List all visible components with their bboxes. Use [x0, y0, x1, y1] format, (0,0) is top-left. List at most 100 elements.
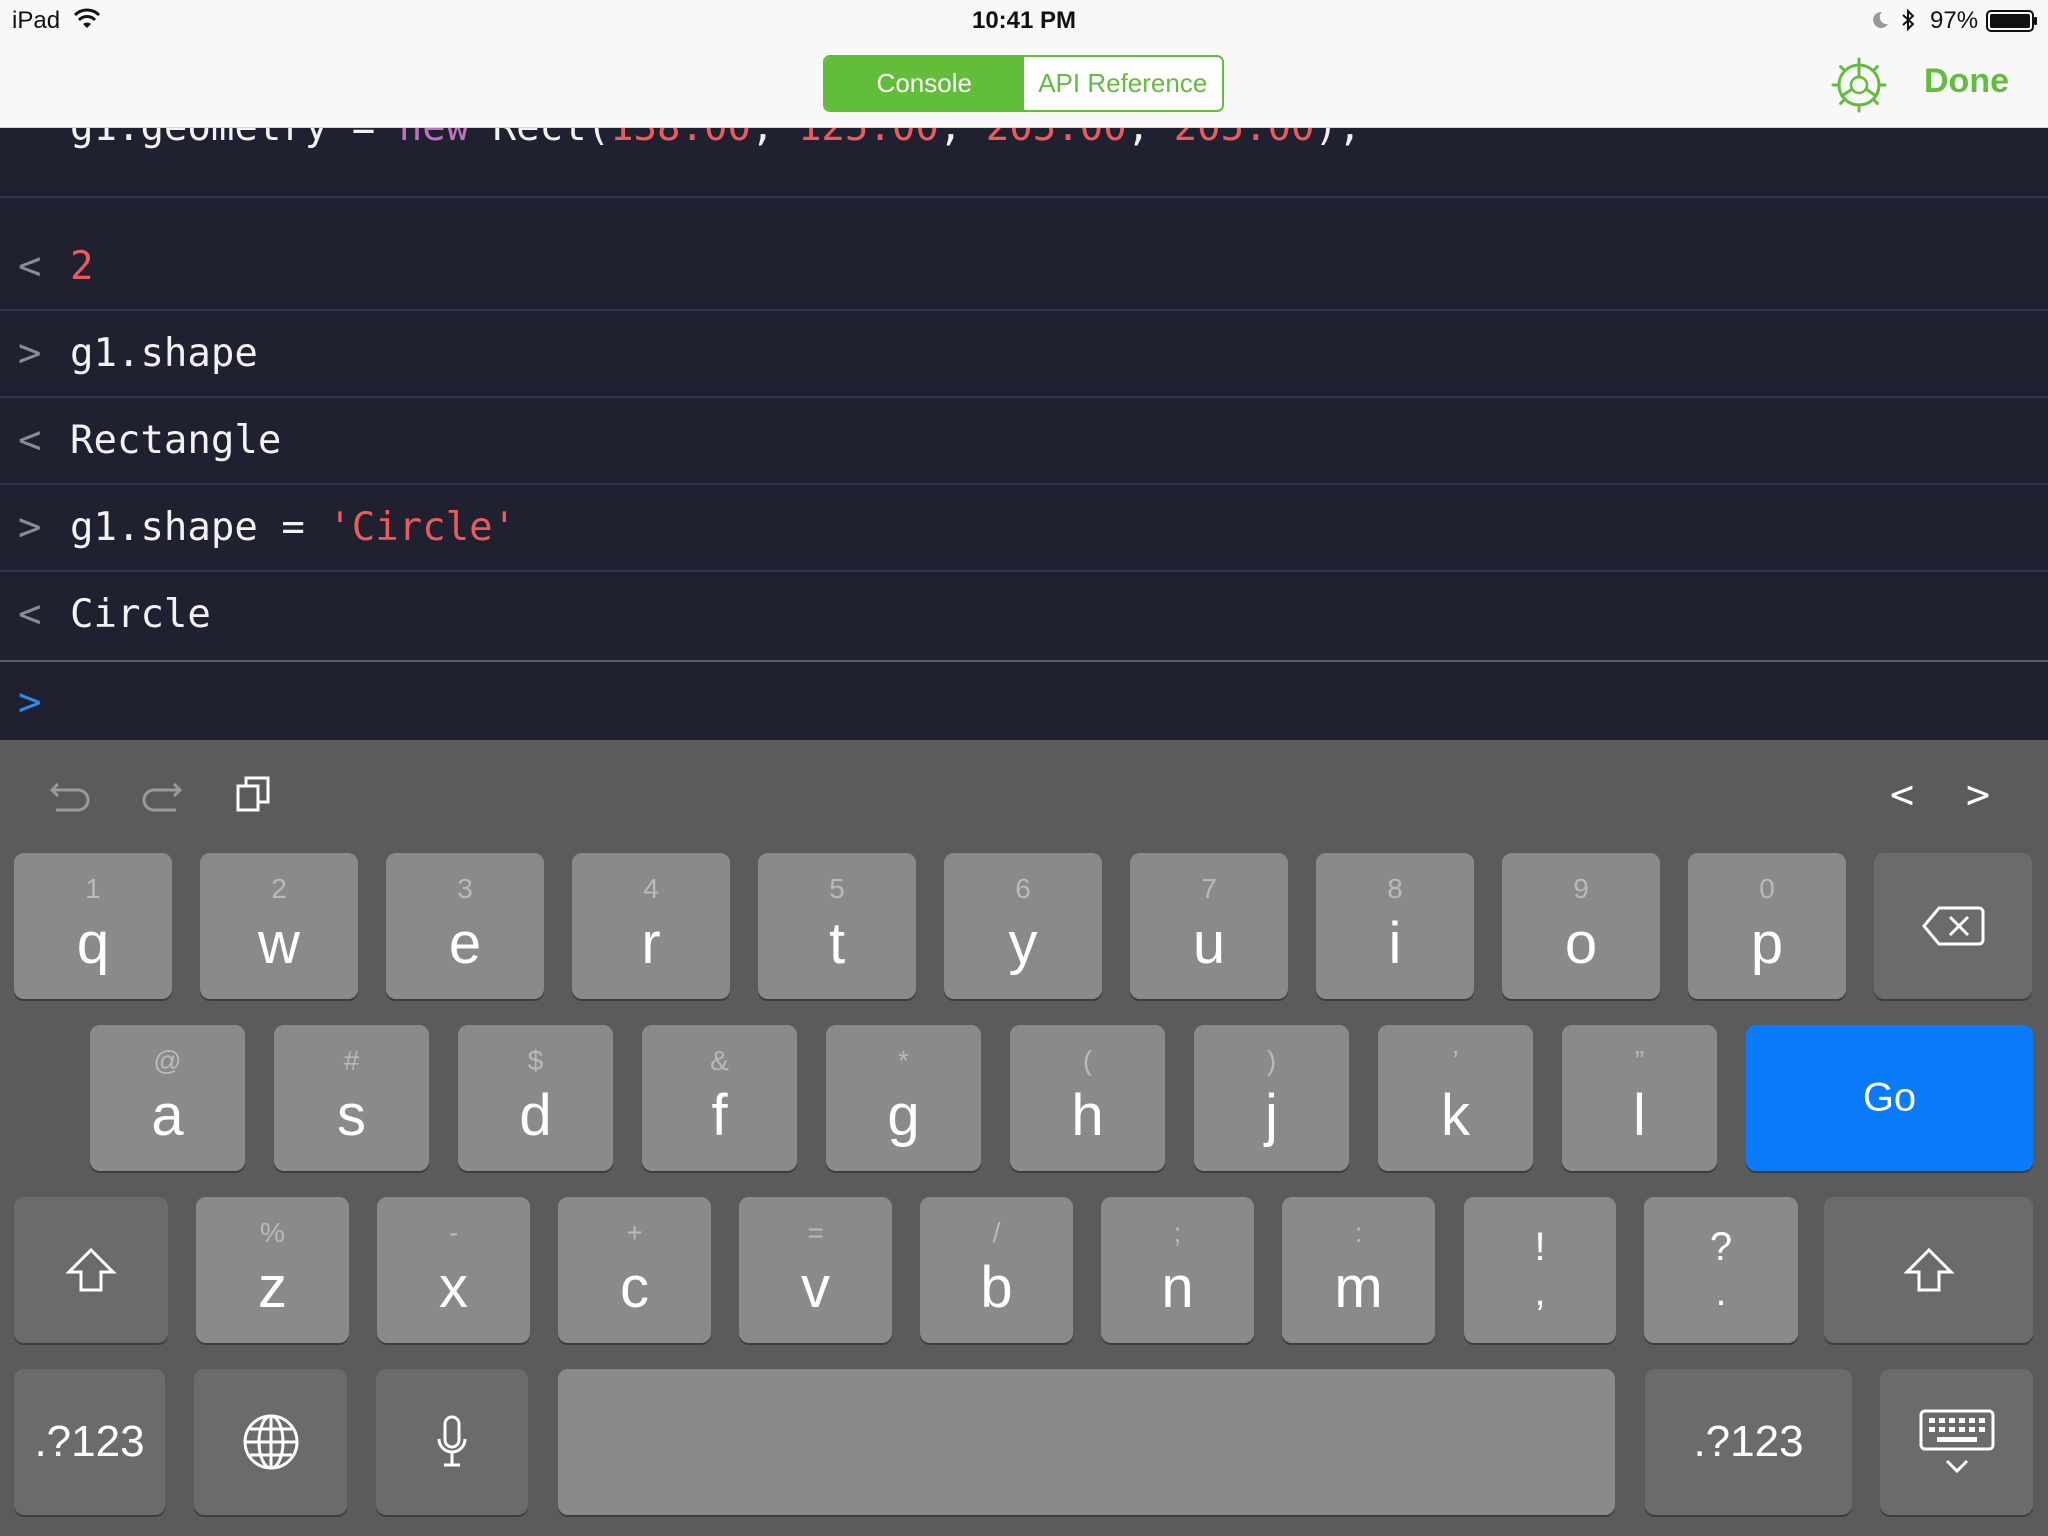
- key-b[interactable]: / b: [920, 1197, 1073, 1343]
- code-token: Rect(: [469, 128, 610, 150]
- cursor-right-button[interactable]: >: [1966, 772, 1990, 818]
- code-number: 138.00: [610, 128, 751, 150]
- key-secondary-label: &: [710, 1045, 729, 1076]
- key-z[interactable]: % z: [196, 1197, 349, 1343]
- key-secondary-label: /: [992, 1217, 1001, 1248]
- dictation-key[interactable]: [376, 1369, 528, 1515]
- console-line: < Circle: [0, 572, 2048, 659]
- key-n[interactable]: ; n: [1101, 1197, 1254, 1343]
- key-w[interactable]: 2w: [200, 853, 358, 999]
- shift-key-right[interactable]: [1824, 1197, 2033, 1343]
- console-result: Circle: [70, 592, 211, 637]
- key-label: a: [151, 1083, 184, 1148]
- key-t[interactable]: 5t: [758, 853, 916, 999]
- key-y[interactable]: 6y: [944, 853, 1102, 999]
- go-key-label: Go: [1862, 1075, 1917, 1120]
- key-secondary-label: 3: [457, 873, 473, 904]
- key-f[interactable]: & f: [642, 1025, 797, 1171]
- microphone-icon: [437, 1415, 467, 1467]
- output-prompt: <: [18, 592, 42, 637]
- key-secondary-label: -: [448, 1217, 459, 1248]
- key-a[interactable]: @ a: [90, 1025, 245, 1171]
- key-label: x: [439, 1255, 468, 1320]
- redo-icon[interactable]: [138, 770, 186, 818]
- code-token: g1.geometry =: [70, 128, 399, 150]
- status-time: 10:41 PM: [971, 7, 1077, 34]
- key-m[interactable]: :m: [1282, 1197, 1435, 1343]
- key-i[interactable]: 8i: [1316, 853, 1474, 999]
- key-label: k: [1441, 1083, 1470, 1148]
- keyboard: < > 1q2w3e4r5t6y7u8i9o0p @ a # s $ d & f * g(h) j’…: [0, 740, 2048, 1536]
- key-label: v: [801, 1255, 830, 1320]
- globe-icon: [243, 1414, 298, 1470]
- input-prompt: >: [18, 680, 42, 725]
- key-secondary-label: 0: [1759, 873, 1775, 904]
- key-symbol-top: ?: [1709, 1225, 1733, 1269]
- key-h[interactable]: (h: [1010, 1025, 1165, 1171]
- dismiss-keyboard-key[interactable]: [1880, 1369, 2033, 1515]
- key-question[interactable]: ? .: [1644, 1197, 1798, 1343]
- key-k[interactable]: ’ k: [1378, 1025, 1533, 1171]
- key-label: f: [711, 1083, 728, 1148]
- key-label: y: [1008, 911, 1038, 976]
- key-g[interactable]: * g: [826, 1025, 981, 1171]
- key-label: b: [980, 1255, 1013, 1320]
- console-output[interactable]: g1.geometry = new Rect(138.00, 125.00, 2…: [0, 128, 2048, 740]
- key-j[interactable]: ) j: [1194, 1025, 1349, 1171]
- tab-api-reference[interactable]: API Reference: [1023, 57, 1222, 110]
- key-label: l: [1633, 1083, 1646, 1148]
- numbers-key-right[interactable]: .?123: [1645, 1369, 1852, 1515]
- key-o[interactable]: 9o: [1502, 853, 1660, 999]
- key-label: s: [337, 1083, 366, 1148]
- console-input[interactable]: >: [0, 660, 2048, 740]
- key-exclamation[interactable]: ! ,: [1464, 1197, 1616, 1343]
- key-c[interactable]: + c: [558, 1197, 711, 1343]
- key-label: m: [1334, 1255, 1383, 1320]
- key-d[interactable]: $ d: [458, 1025, 613, 1171]
- view-segmented-control: Console API Reference: [823, 55, 1224, 112]
- code-token: ,: [1127, 128, 1174, 150]
- key-r[interactable]: 4r: [572, 853, 730, 999]
- space-key[interactable]: [558, 1369, 1615, 1515]
- console-line: > g1.shape = 'Circle': [0, 485, 2048, 572]
- settings-gear-icon[interactable]: [1830, 56, 1888, 114]
- key-v[interactable]: = v: [739, 1197, 892, 1343]
- key-secondary-label: 7: [1201, 873, 1217, 904]
- key-label: n: [1161, 1255, 1194, 1320]
- key-secondary-label: 4: [643, 873, 659, 904]
- console-result: 2: [70, 244, 94, 289]
- paste-icon[interactable]: [230, 770, 278, 818]
- key-q[interactable]: 1q: [14, 853, 172, 999]
- code-token: ,: [939, 128, 986, 150]
- cursor-left-button[interactable]: <: [1890, 772, 1914, 818]
- key-s[interactable]: # s: [274, 1025, 429, 1171]
- key-label: p: [1750, 911, 1784, 976]
- globe-key[interactable]: [194, 1369, 347, 1515]
- key-label: e: [448, 911, 482, 976]
- shift-key-left[interactable]: [14, 1197, 168, 1343]
- key-symbol-top: !: [1534, 1225, 1546, 1269]
- key-u[interactable]: 7u: [1130, 853, 1288, 999]
- key-label: t: [828, 911, 846, 976]
- console-line: < 2: [0, 224, 2048, 311]
- code-token: g1.shape =: [70, 505, 329, 550]
- key-secondary-label: =: [807, 1217, 824, 1248]
- tab-console[interactable]: Console: [825, 57, 1024, 110]
- key-p[interactable]: 0p: [1688, 853, 1846, 999]
- done-button[interactable]: Done: [1924, 62, 2009, 101]
- console-command: g1.shape = 'Circle': [70, 505, 516, 550]
- key-secondary-label: ’: [1452, 1045, 1459, 1076]
- key-x[interactable]: -x: [377, 1197, 530, 1343]
- key-e[interactable]: 3e: [386, 853, 544, 999]
- key-secondary-label: 6: [1015, 873, 1031, 904]
- numbers-key-left[interactable]: .?123: [14, 1369, 165, 1515]
- key-secondary-label: *: [898, 1045, 909, 1076]
- key-label: j: [1265, 1083, 1278, 1148]
- backspace-key[interactable]: [1874, 853, 2032, 999]
- code-number: 205.00: [1174, 128, 1315, 150]
- key-label: z: [258, 1255, 287, 1320]
- undo-icon[interactable]: [46, 770, 94, 818]
- key-l[interactable]: ” l: [1562, 1025, 1717, 1171]
- code-number: 125.00: [798, 128, 939, 150]
- go-key[interactable]: Go: [1746, 1025, 2033, 1171]
